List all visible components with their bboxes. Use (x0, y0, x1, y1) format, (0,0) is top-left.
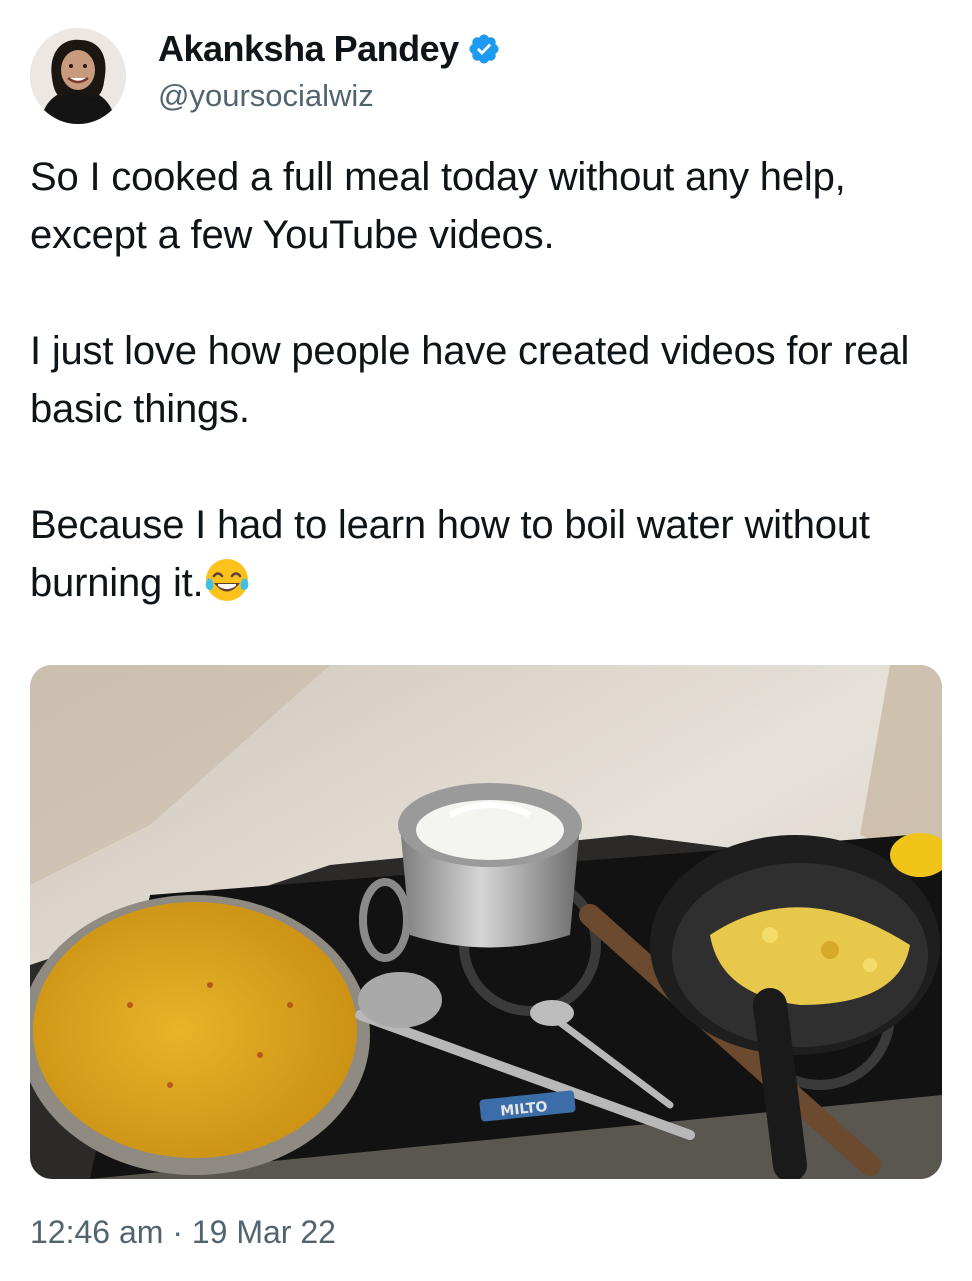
tweet-paragraph-text: Because I had to learn how to boil water… (30, 503, 870, 605)
display-name[interactable]: Akanksha Pandey (158, 28, 459, 70)
tweet-timestamp[interactable]: 12:46 am · 19 Mar 22 (30, 1214, 336, 1251)
tweet-photo[interactable]: MILTO (30, 665, 942, 1179)
tweet-text: So I cooked a full meal today without an… (30, 148, 930, 612)
tweet: Akanksha Pandey @yoursocialwiz So I cook… (0, 0, 972, 1281)
face-with-tears-of-joy-icon (203, 556, 251, 604)
avatar[interactable] (30, 28, 126, 124)
tweet-paragraph: So I cooked a full meal today without an… (30, 155, 846, 257)
verified-badge-icon (467, 32, 501, 66)
tweet-paragraph: Because I had to learn how to boil water… (30, 496, 930, 612)
author-name-row[interactable]: Akanksha Pandey (158, 28, 501, 70)
author-handle[interactable]: @yoursocialwiz (158, 78, 374, 114)
tweet-paragraph: I just love how people have created vide… (30, 329, 910, 431)
